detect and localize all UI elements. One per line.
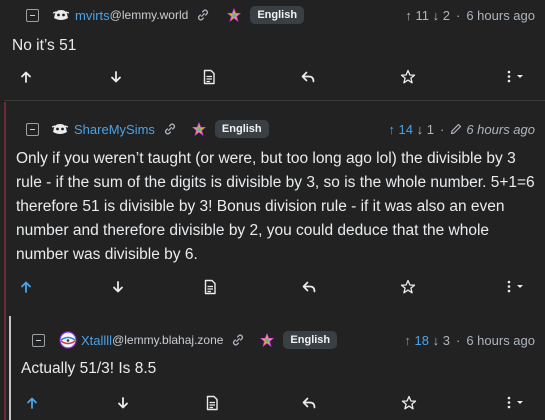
upvote-icon[interactable] xyxy=(24,395,40,411)
collapse-icon[interactable] xyxy=(32,333,45,347)
comment-body: Actually 51/3! Is 8.5 xyxy=(21,360,157,377)
upvote-icon[interactable]: ↑ xyxy=(404,333,411,348)
avatar-icon xyxy=(52,123,68,134)
downvote-count: 1 xyxy=(426,121,434,137)
rainbow-flag-icon xyxy=(260,333,275,347)
star-icon[interactable] xyxy=(400,69,416,85)
instance[interactable]: @lemmy.blahaj.zone xyxy=(112,333,223,347)
comment-meta: ↑ 11 ↓ 2 · 6 hours ago xyxy=(405,5,535,25)
comment-actions xyxy=(9,393,545,413)
downvote-count: 2 xyxy=(442,7,450,23)
collapse-icon[interactable] xyxy=(26,8,39,22)
comment-thread: mvirts @lemmy.world English ↑ 11 ↓ 2 · 6 … xyxy=(0,0,545,420)
downvote-icon[interactable] xyxy=(110,279,126,295)
source-icon[interactable] xyxy=(201,69,217,85)
star-icon[interactable] xyxy=(400,279,416,295)
comment-header: mvirts @lemmy.world English ↑ 11 ↓ 2 · 6 … xyxy=(0,5,545,25)
separator-dot: · xyxy=(455,332,461,348)
divider xyxy=(4,100,545,101)
rainbow-flag-icon xyxy=(227,8,242,22)
upvote-icon[interactable]: ↑ xyxy=(388,122,395,137)
upvote-icon[interactable] xyxy=(18,279,34,295)
comment-actions xyxy=(0,67,545,87)
language-badge: English xyxy=(283,331,338,349)
star-icon[interactable] xyxy=(401,395,417,411)
timestamp: 6 hours ago xyxy=(466,121,535,137)
downvote-icon[interactable]: ↓ xyxy=(433,333,440,348)
downvote-icon[interactable]: ↓ xyxy=(433,8,440,23)
downvote-icon[interactable] xyxy=(108,69,124,85)
pencil-icon xyxy=(451,123,462,135)
comment-body: No it’s 51 xyxy=(12,37,77,54)
comment-header: Xtallll @lemmy.blahaj.zone English ↑ 18 ↓… xyxy=(9,330,545,350)
language-badge: English xyxy=(250,6,305,24)
avatar-icon xyxy=(53,9,69,20)
comment-body: Only if you weren’t taught (or were, but… xyxy=(16,150,535,263)
comment-header: ShareMySims English ↑ 14 ↓ 1 · 6 hours a… xyxy=(4,119,545,139)
language-badge: English xyxy=(214,120,269,138)
comment: ShareMySims English ↑ 14 ↓ 1 · 6 hours a… xyxy=(4,102,545,314)
upvote-count: 18 xyxy=(414,332,429,348)
link-icon[interactable] xyxy=(231,333,245,347)
downvote-count: 3 xyxy=(442,332,450,348)
upvote-icon[interactable] xyxy=(18,69,34,85)
username[interactable]: mvirts xyxy=(75,8,110,23)
reply-icon[interactable] xyxy=(300,69,316,85)
upvote-icon[interactable]: ↑ xyxy=(405,8,412,23)
separator-dot: · xyxy=(439,121,445,137)
comment: mvirts @lemmy.world English ↑ 11 ↓ 2 · 6 … xyxy=(0,0,545,94)
link-icon[interactable] xyxy=(163,122,177,136)
source-icon[interactable] xyxy=(204,395,220,411)
more-icon[interactable] xyxy=(505,69,527,85)
comment: Xtallll @lemmy.blahaj.zone English ↑ 18 ↓… xyxy=(9,316,545,420)
comment-meta: ↑ 14 ↓ 1 · 6 hours ago xyxy=(388,119,535,139)
reply-icon[interactable] xyxy=(301,395,317,411)
downvote-icon[interactable]: ↓ xyxy=(417,122,424,137)
more-icon[interactable] xyxy=(505,395,527,411)
comment-meta: ↑ 18 ↓ 3 · 6 hours ago xyxy=(404,330,535,350)
username[interactable]: Xtallll xyxy=(81,333,112,348)
instance[interactable]: @lemmy.world xyxy=(110,8,189,22)
upvote-count: 11 xyxy=(415,7,430,23)
collapse-icon[interactable] xyxy=(26,122,39,136)
downvote-icon[interactable] xyxy=(115,395,131,411)
upvote-count: 14 xyxy=(398,121,413,137)
source-icon[interactable] xyxy=(202,279,218,295)
comment-actions xyxy=(4,277,545,297)
timestamp: 6 hours ago xyxy=(466,332,535,348)
rainbow-flag-icon xyxy=(191,122,206,136)
timestamp: 6 hours ago xyxy=(466,7,535,23)
separator-dot: · xyxy=(455,7,461,23)
avatar-icon xyxy=(59,331,77,349)
more-icon[interactable] xyxy=(505,279,527,295)
username[interactable]: ShareMySims xyxy=(74,122,155,137)
reply-icon[interactable] xyxy=(301,279,317,295)
link-icon[interactable] xyxy=(196,8,210,22)
